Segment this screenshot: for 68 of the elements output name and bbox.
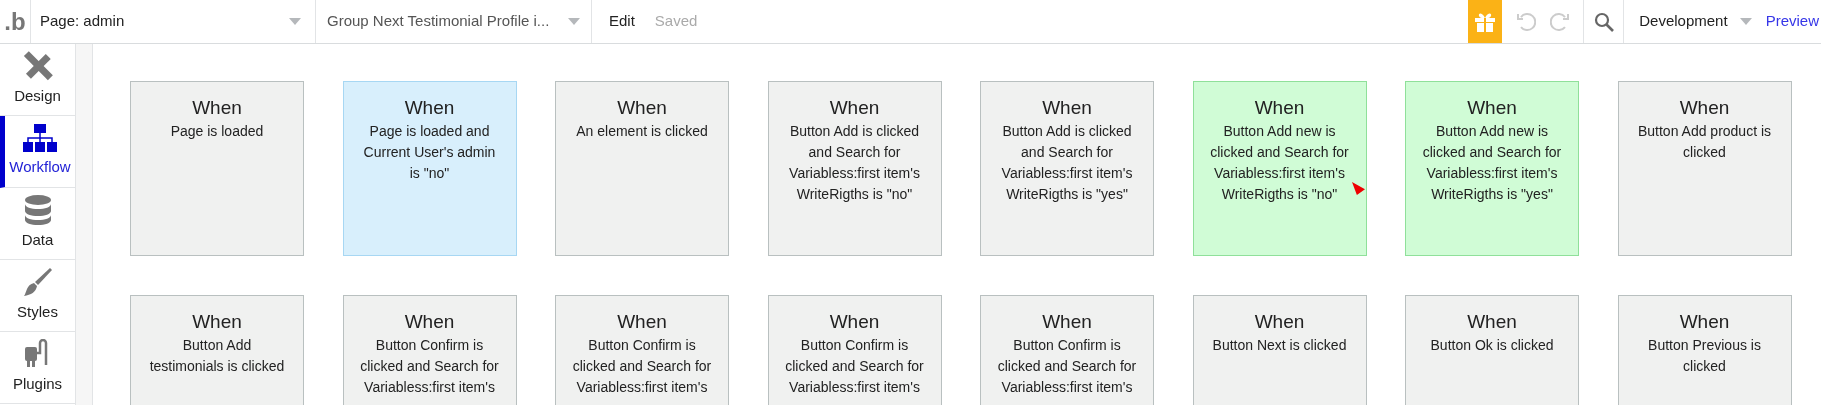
card-title: When xyxy=(1042,310,1092,334)
environment-dropdown[interactable]: Development xyxy=(1624,0,1766,43)
card-description: Button Add is clicked and Search for Variabless:first item's WriteRigths is "no" xyxy=(788,122,921,204)
card-title: When xyxy=(404,96,455,120)
card-description: Button Add new is clicked and Search for Variabless:first item's WriteRigths is "yes" xyxy=(1421,122,1563,204)
card-title: When xyxy=(192,96,242,120)
event-card[interactable]: When Button Add new is clicked and Search for Variabless:first item's WriteRigths is "no" xyxy=(1192,81,1367,256)
card-description: Button Confirm is clicked and Search for Variabless:first item's xyxy=(996,336,1138,397)
sidebar-tab[interactable]: Data xyxy=(0,188,75,260)
caret-icon xyxy=(568,18,580,25)
sidebar-tab[interactable]: Design xyxy=(0,44,75,116)
card-description: Button Confirm is clicked and Search for Variabless:first item's xyxy=(359,336,500,397)
page-dropdown[interactable]: Page: admin xyxy=(31,0,316,43)
card-title: When xyxy=(1254,310,1305,334)
save-status: Saved xyxy=(654,11,698,32)
sidebar-tab[interactable]: Plugins xyxy=(0,332,75,404)
event-card[interactable]: When Page is loaded xyxy=(130,81,304,256)
card-description: Page is loaded xyxy=(170,122,264,141)
preview-link[interactable]: Preview xyxy=(1765,10,1821,33)
paintbrush-icon xyxy=(22,267,53,298)
element-dropdown[interactable]: Group Next Testimonial Profile i... xyxy=(316,0,592,43)
card-description: Button Next is clicked xyxy=(1212,336,1347,355)
event-card[interactable]: When Button Previous is clicked xyxy=(1617,295,1792,405)
card-title: When xyxy=(1467,96,1517,120)
warning-triangle-icon xyxy=(1351,182,1365,195)
event-card[interactable]: When Button Add product is clicked xyxy=(1617,81,1792,256)
event-card[interactable]: When Button Confirm is clicked and Search for Variabless:first item's xyxy=(342,295,517,405)
card-title: When xyxy=(617,310,667,334)
logo[interactable]: .b xyxy=(4,9,26,34)
card-title: When xyxy=(1254,96,1305,120)
card-title: When xyxy=(192,310,242,334)
card-description: Button Previous is clicked xyxy=(1647,336,1762,376)
card-title: When xyxy=(1467,310,1517,334)
card-description: Button Confirm is clicked and Search for Variabless:first item's xyxy=(784,336,925,397)
card-title: When xyxy=(617,96,667,120)
event-card[interactable]: When Page is loaded and Current User's admin is "no" xyxy=(342,81,517,256)
card-title: When xyxy=(1679,310,1730,334)
event-card[interactable]: When Button Add is clicked and Search for Variabless:first item's WriteRigths is "yes" xyxy=(980,81,1154,256)
event-card[interactable]: When Button Confirm is clicked and Search for Variabless:first item's xyxy=(767,295,942,405)
card-description: Button Add testimonials is clicked xyxy=(148,336,286,376)
event-card[interactable]: When Button Confirm is clicked and Search for Variabless:first item's xyxy=(555,295,729,405)
database-icon xyxy=(24,195,51,226)
sidebar-tab[interactable]: Styles xyxy=(0,260,75,332)
event-card[interactable]: When Button Confirm is clicked and Search for Variabless:first item's xyxy=(980,295,1154,405)
card-description: Button Ok is clicked xyxy=(1430,336,1554,355)
card-title: When xyxy=(404,310,455,334)
event-card[interactable]: When Button Add new is clicked and Search for Variabless:first item's WriteRigths is "yes" xyxy=(1405,81,1579,256)
card-description: Button Confirm is clicked and Search for Variabless:first item's xyxy=(571,336,713,397)
card-title: When xyxy=(1042,96,1092,120)
flowchart-icon xyxy=(23,124,57,153)
card-description: An element is clicked xyxy=(576,122,708,141)
card-description: Button Add is clicked and Search for Variabless:first item's WriteRigths is "yes" xyxy=(1000,122,1134,204)
event-card[interactable]: When Button Add testimonials is clicked xyxy=(130,295,304,405)
card-title: When xyxy=(829,96,880,120)
event-card[interactable]: When Button Next is clicked xyxy=(1192,295,1367,405)
card-description: Page is loaded and Current User's admin is "no" xyxy=(362,122,497,183)
caret-icon xyxy=(1739,18,1752,25)
card-title: When xyxy=(1679,96,1730,120)
card-description: Button Add product is clicked xyxy=(1636,122,1773,162)
card-description: Button Add new is clicked and Search for Variabless:first item's WriteRigths is "no" xyxy=(1209,122,1350,204)
event-card[interactable]: When An element is clicked xyxy=(555,81,729,256)
gift-button[interactable] xyxy=(1468,0,1503,43)
edit-menu[interactable]: Edit xyxy=(609,10,635,33)
card-title: When xyxy=(829,310,880,334)
event-card[interactable]: When Button Add is clicked and Search for Variabless:first item's WriteRigths is "no" xyxy=(767,81,942,256)
search-icon[interactable] xyxy=(1593,11,1614,32)
caret-icon xyxy=(289,18,301,25)
event-card[interactable]: When Button Ok is clicked xyxy=(1405,295,1579,405)
